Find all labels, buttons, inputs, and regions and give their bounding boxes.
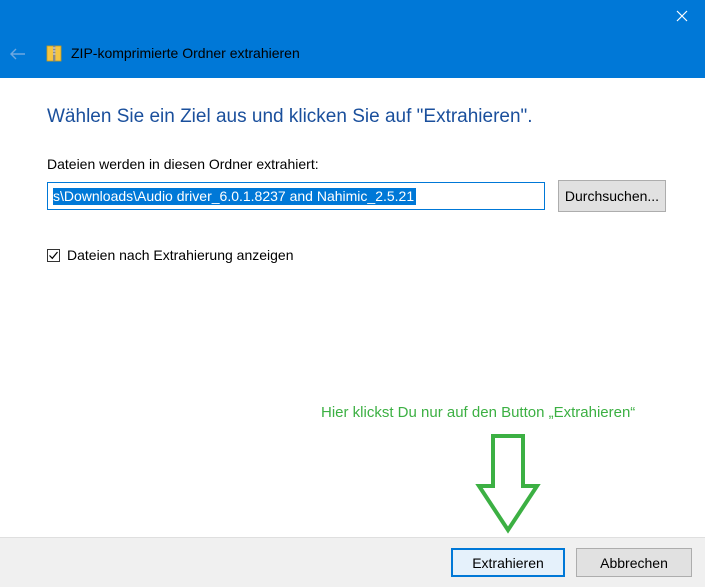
close-icon bbox=[676, 10, 688, 22]
show-files-checkbox-label: Dateien nach Extrahierung anzeigen bbox=[67, 247, 294, 263]
annotation-text: Hier klickst Du nur auf den Button „Extr… bbox=[321, 404, 636, 421]
down-arrow-annotation-icon bbox=[475, 434, 541, 534]
destination-path-value: s\Downloads\Audio driver_6.0.1.8237 and … bbox=[53, 188, 417, 205]
window-title: ZIP-komprimierte Ordner extrahieren bbox=[71, 45, 300, 61]
back-button[interactable] bbox=[6, 42, 30, 66]
browse-button[interactable]: Durchsuchen... bbox=[558, 180, 666, 212]
zip-folder-icon bbox=[46, 45, 62, 62]
checkmark-icon bbox=[49, 251, 58, 259]
show-files-checkbox-row[interactable]: Dateien nach Extrahierung anzeigen bbox=[47, 246, 294, 264]
close-button[interactable] bbox=[659, 0, 705, 32]
destination-path-input[interactable]: s\Downloads\Audio driver_6.0.1.8237 and … bbox=[47, 182, 545, 210]
cancel-button[interactable]: Abbrechen bbox=[576, 548, 692, 577]
back-arrow-icon bbox=[10, 48, 25, 60]
main-instruction-heading: Wählen Sie ein Ziel aus und klicken Sie … bbox=[47, 106, 533, 127]
title-bar: ZIP-komprimierte Ordner extrahieren bbox=[0, 0, 705, 78]
show-files-checkbox[interactable] bbox=[47, 248, 60, 262]
destination-label: Dateien werden in diesen Ordner extrahie… bbox=[47, 156, 319, 172]
extract-button[interactable]: Extrahieren bbox=[451, 548, 565, 577]
